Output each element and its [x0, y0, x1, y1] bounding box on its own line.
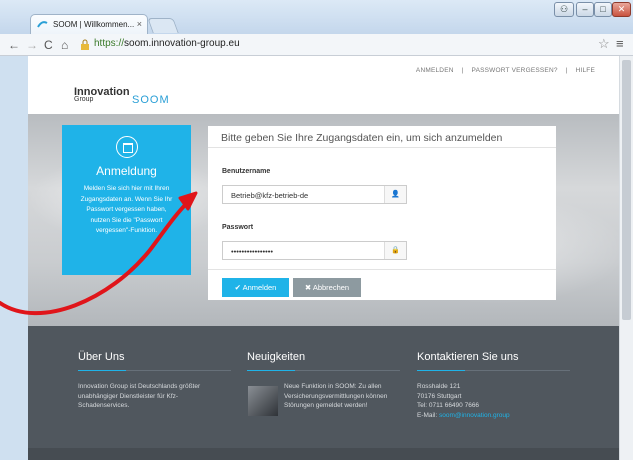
tab-title: SOOM | Willkommen...: [53, 20, 135, 29]
password-label: Passwort: [222, 224, 254, 231]
product-name: SOOM: [132, 94, 170, 106]
footer-news-text[interactable]: Neue Funktion in SOOM: Zu allen Versiche…: [284, 382, 396, 411]
secure-lock-icon: [81, 39, 89, 50]
user-profile-icon[interactable]: ⚇: [554, 2, 574, 17]
footer-divider: [417, 370, 570, 371]
form-title: Bitte geben Sie Ihre Zugangsdaten ein, u…: [208, 126, 556, 148]
home-icon[interactable]: ⌂: [61, 37, 68, 53]
login-info-heading: Anmeldung: [96, 164, 157, 178]
nav-link-anmelden[interactable]: ANMELDEN: [416, 67, 454, 74]
contact-street: Rosshalde 121: [417, 383, 461, 390]
lock-icon: 🔒: [384, 242, 406, 259]
username-label: Benutzername: [222, 168, 271, 175]
page-scrollbar[interactable]: [619, 56, 633, 460]
url-host: soom.innovation-group.eu: [124, 38, 240, 49]
maximize-button[interactable]: □: [594, 2, 612, 17]
tab-close-icon[interactable]: ×: [137, 19, 142, 29]
back-arrow-icon[interactable]: ←: [8, 37, 20, 53]
innovation-group-logo[interactable]: Innovation Group SOOM: [74, 86, 169, 106]
browser-menu-icon[interactable]: ≡: [616, 36, 624, 51]
contact-email-row: E-Mail: soom@innovation.group: [417, 411, 577, 421]
contact-city: 70176 Stuttgart: [417, 392, 462, 400]
calendar-icon: [115, 136, 138, 158]
user-icon: 👤: [384, 186, 406, 203]
cancel-button[interactable]: ✖ Abbrechen: [293, 278, 361, 297]
login-button[interactable]: ✔ Anmelden: [222, 278, 289, 297]
url-protocol: https://: [94, 38, 125, 49]
login-info-panel: Anmeldung Melden Sie sich hier mit Ihren…: [62, 125, 191, 275]
browser-toolbar: ← → C ⌂ https://soom.innovation-group.eu…: [0, 34, 633, 56]
contact-phone: Tel: 0711 66490 7666: [417, 402, 480, 409]
address-bar[interactable]: https://soom.innovation-group.eu: [94, 38, 240, 49]
contact-email-link[interactable]: soom@innovation.group: [439, 412, 510, 419]
footer-about-text: Innovation Group ist Deutschlands größte…: [78, 383, 201, 409]
nav-link-passwort-vergessen[interactable]: PASSWORT VERGESSEN?: [472, 67, 558, 74]
password-field[interactable]: •••••••••••••••• 🔒: [222, 241, 407, 260]
username-field[interactable]: Betrieb@kfz-betrieb-de 👤: [222, 185, 407, 204]
footer-divider: [247, 370, 400, 371]
footer-divider: [78, 370, 231, 371]
username-value: Betrieb@kfz-betrieb-de: [231, 191, 309, 200]
news-thumbnail[interactable]: [248, 386, 278, 416]
title-bar: SOOM | Willkommen... × ⚇ – □ ✕: [0, 0, 633, 34]
footer-news-title: Neuigkeiten: [247, 351, 306, 363]
top-navigation: ANMELDEN | PASSWORT VERGESSEN? | HILFE: [412, 67, 599, 74]
new-tab-button[interactable]: [147, 18, 179, 33]
footer-about-title: Über Uns: [78, 351, 125, 363]
minimize-button[interactable]: –: [576, 2, 594, 17]
web-page: ANMELDEN | PASSWORT VERGESSEN? | HILFE Innov…: [28, 56, 619, 460]
contact-email-label: E-Mail:: [417, 411, 438, 419]
soom-favicon-icon: [37, 21, 48, 28]
bookmark-star-icon[interactable]: ☆: [598, 36, 610, 52]
browser-tab[interactable]: SOOM | Willkommen... ×: [30, 14, 148, 34]
login-info-text: Melden Sie sich hier mit Ihren Zugangsda…: [80, 185, 173, 234]
login-form: Bitte geben Sie Ihre Zugangsdaten ein, u…: [208, 126, 556, 300]
form-divider: [208, 269, 556, 270]
nav-separator: |: [565, 67, 568, 74]
nav-link-hilfe[interactable]: HILFE: [576, 67, 595, 74]
browser-window: SOOM | Willkommen... × ⚇ – □ ✕ ← → C ⌂ h…: [0, 0, 633, 460]
nav-separator: |: [461, 67, 464, 74]
close-window-button[interactable]: ✕: [612, 2, 631, 17]
footer-contact-title: Kontaktieren Sie uns: [417, 351, 519, 363]
page-footer: Über Uns Innovation Group ist Deutschlan…: [28, 326, 619, 448]
password-value: ••••••••••••••••: [231, 247, 274, 256]
forward-arrow-icon[interactable]: →: [26, 37, 38, 53]
footer-bottom-bar: [28, 448, 619, 460]
reload-icon[interactable]: C: [44, 37, 53, 53]
scrollbar-thumb[interactable]: [622, 60, 631, 320]
footer-contact-block: Rosshalde 121 70176 Stuttgart Tel: 0711 …: [417, 382, 577, 420]
